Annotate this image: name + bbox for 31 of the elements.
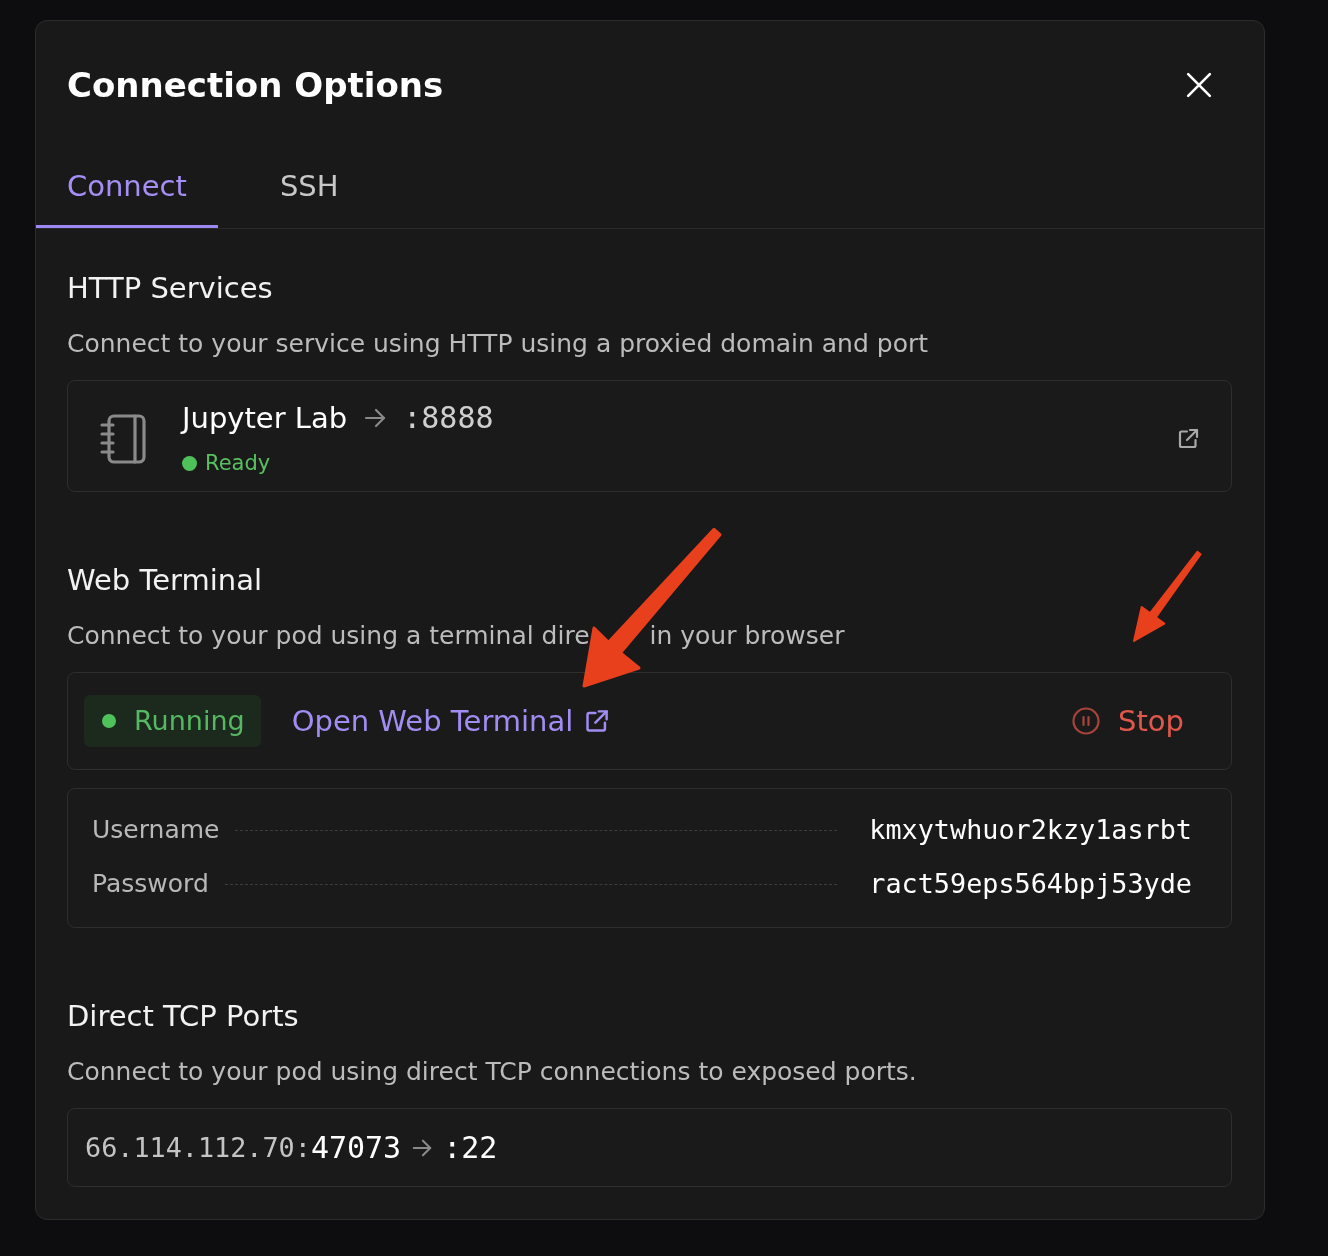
tab[interactable]: Connect <box>36 146 218 228</box>
open-terminal-link[interactable]: Open Web Terminal <box>291 703 611 739</box>
port-text: :8888 <box>403 400 494 436</box>
section-title: Web Terminal <box>67 562 263 598</box>
status-text: Ready <box>205 450 271 477</box>
port-text: :22 <box>443 1129 498 1166</box>
external-link-icon[interactable] <box>1176 426 1200 451</box>
status-dot-icon <box>182 455 197 471</box>
section-description: in your browser <box>649 620 845 652</box>
credential-value: kmxytwhuor2kzy1asrbt <box>869 813 1192 847</box>
section-title: HTTP Services <box>67 270 274 306</box>
credential-label: Username <box>92 814 220 846</box>
credential-value: ract59eps564bpj53yde <box>869 867 1192 901</box>
pause-icon <box>1072 707 1101 735</box>
credential-label: Password <box>92 868 209 900</box>
section-description: Connect to your service using HTTP using a proxied domain and port <box>67 328 930 360</box>
tab[interactable]: SSH <box>248 146 370 228</box>
section-title: Direct TCP Ports <box>67 998 300 1034</box>
dialog-title: Connection Options <box>67 64 444 106</box>
section-description: Connect to your pod using a terminal dire <box>67 620 590 652</box>
service-name: Jupyter Lab <box>182 400 348 436</box>
notebook-icon <box>100 413 146 464</box>
close-icon[interactable] <box>1186 72 1212 98</box>
status-text: Running <box>134 704 245 738</box>
status-dot-icon <box>102 714 116 728</box>
section-description: Connect to your pod using direct TCP connections to exposed ports. <box>67 1056 918 1088</box>
arrow-right-icon <box>363 406 388 430</box>
port-text: 47073 <box>310 1129 402 1166</box>
external-link-icon <box>583 707 611 735</box>
stop-button[interactable]: Stop <box>1072 703 1184 739</box>
ip-address-text: 66.114.112.70: <box>85 1130 311 1165</box>
